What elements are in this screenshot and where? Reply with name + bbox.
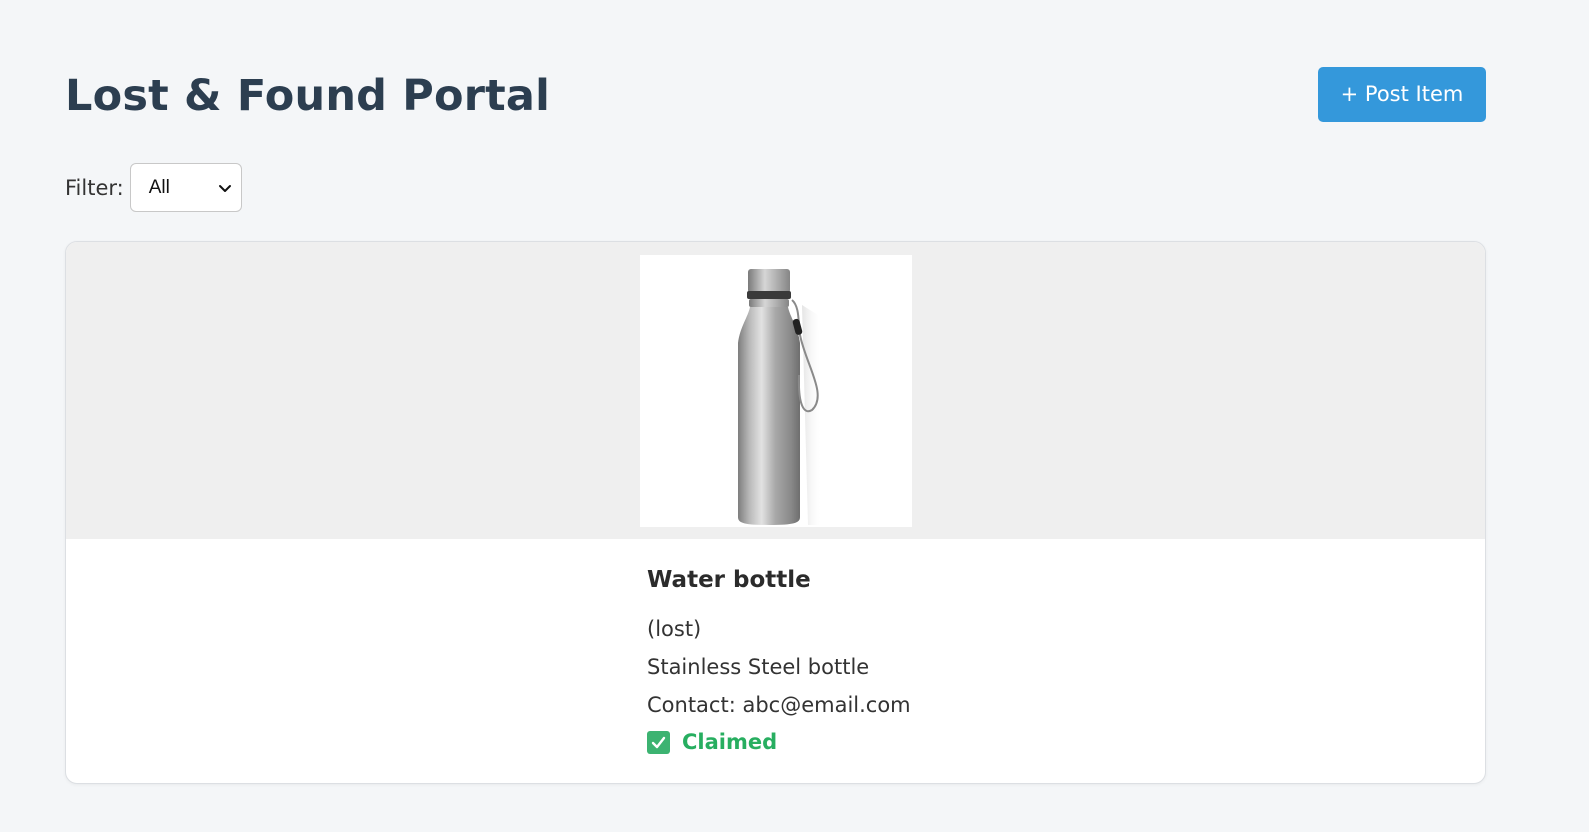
item-details: Water bottle (lost) Stainless Steel bott… <box>647 564 1147 760</box>
item-type: (lost) <box>647 617 702 641</box>
filter-label: Filter: <box>65 175 124 200</box>
status-text: Claimed <box>682 730 778 754</box>
item-description: Stainless Steel bottle <box>647 655 870 679</box>
status-badge: Claimed <box>647 724 1147 760</box>
filter-selected-value: All <box>148 176 170 198</box>
filter-row: Filter: All <box>65 163 242 212</box>
item-contact: Contact: abc@email.com <box>647 693 911 717</box>
page-title: Lost & Found Portal <box>65 71 551 121</box>
water-bottle-image <box>738 269 822 525</box>
item-media <box>66 242 1485 539</box>
item-card: Water bottle (lost) Stainless Steel bott… <box>65 241 1486 784</box>
item-image <box>640 255 912 527</box>
post-item-button[interactable]: + Post Item <box>1318 67 1486 122</box>
check-box-icon <box>647 730 670 754</box>
chevron-down-icon <box>217 180 233 196</box>
filter-select[interactable]: All <box>129 163 242 212</box>
item-title: Water bottle <box>647 567 811 593</box>
